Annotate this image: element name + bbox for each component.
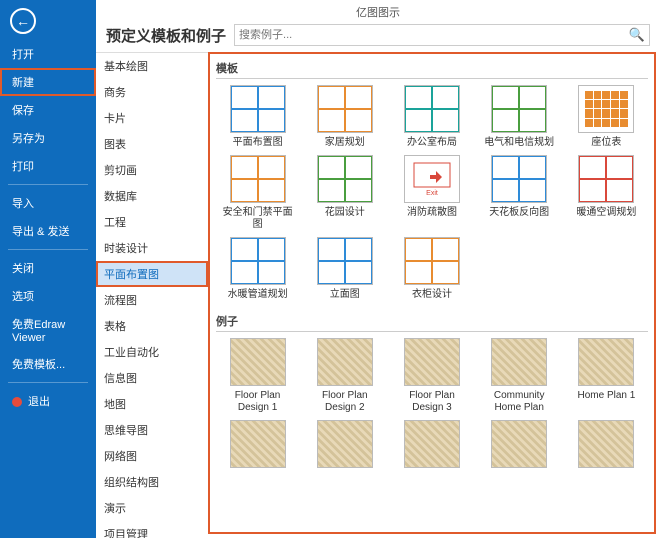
exit-icon [12,397,22,407]
main-area: 亿图图示 预定义模板和例子 🔍 基本绘图商务卡片图表剪切画数据库工程时装设计平面… [96,0,660,538]
category-item[interactable]: 工业自动化 [96,339,208,365]
template-label: 水暖管道规划 [228,289,288,301]
example-tile[interactable]: Home Plan 1 [565,338,648,414]
category-item[interactable]: 地图 [96,391,208,417]
template-label: 立面图 [330,289,360,301]
category-list: 基本绘图商务卡片图表剪切画数据库工程时装设计平面布置图流程图表格工业自动化信息图… [96,52,208,538]
nav-选项[interactable]: 选项 [0,282,96,310]
template-tile[interactable]: 衣柜设计 [390,237,473,301]
category-item[interactable]: 网络图 [96,443,208,469]
nav-新建[interactable]: 新建 [0,68,96,96]
example-tile[interactable] [478,420,561,472]
template-label: 电气和电信规划 [484,137,554,149]
category-item[interactable]: 工程 [96,209,208,235]
template-tile[interactable]: 立面图 [303,237,386,301]
category-item[interactable]: 数据库 [96,183,208,209]
back-button[interactable]: ← [10,8,36,34]
search-icon[interactable]: 🔍 [629,27,645,43]
template-tile[interactable]: 天花板反向图 [478,155,561,231]
category-item[interactable]: 平面布置图 [96,261,208,287]
category-item[interactable]: 思维导图 [96,417,208,443]
template-tile[interactable]: 座位表 [565,85,648,149]
page-title: 预定义模板和例子 [106,25,226,46]
gallery-panel: 模板 平面布置图 家居规划 办公室布局 电气和电信规划 座位表安全和门禁平面图 花园设计 E… [208,52,656,534]
template-tile[interactable]: 水暖管道规划 [216,237,299,301]
nav-保存[interactable]: 保存 [0,96,96,124]
category-item[interactable]: 组织结构图 [96,469,208,495]
template-label: 平面布置图 [233,137,283,149]
arrow-left-icon: ← [16,13,30,29]
example-label: Floor Plan Design 2 [307,390,383,414]
template-label: 办公室布局 [407,137,457,149]
template-tile[interactable]: 花园设计 [303,155,386,231]
example-tile[interactable]: Floor Plan Design 1 [216,338,299,414]
nav-免费Edraw Viewer[interactable]: 免费Edraw Viewer [0,310,96,350]
search-box[interactable]: 🔍 [234,24,650,46]
template-tile[interactable]: Exit 消防疏散图 [390,155,473,231]
category-item[interactable]: 剪切画 [96,157,208,183]
section-templates: 模板 [216,58,648,79]
template-label: 衣柜设计 [412,289,452,301]
example-tile[interactable] [390,420,473,472]
category-item[interactable]: 信息图 [96,365,208,391]
category-item[interactable]: 表格 [96,313,208,339]
nav-导出 & 发送[interactable]: 导出 & 发送 [0,217,96,245]
nav-关闭[interactable]: 关闭 [0,254,96,282]
example-label: Floor Plan Design 3 [394,390,470,414]
search-input[interactable] [239,29,629,41]
category-item[interactable]: 演示 [96,495,208,521]
nav-另存为[interactable]: 另存为 [0,124,96,152]
sidebar: ← 打开新建保存另存为打印导入导出 & 发送关闭选项免费Edraw Viewer… [0,0,96,538]
section-examples: 例子 [216,311,648,332]
template-tile[interactable]: 电气和电信规划 [478,85,561,149]
template-tile[interactable]: 暖通空调规划 [565,155,648,231]
example-label: Home Plan 1 [577,390,635,402]
example-tile[interactable] [216,420,299,472]
nav-打开[interactable]: 打开 [0,40,96,68]
category-item[interactable]: 图表 [96,131,208,157]
example-tile[interactable]: Community Home Plan [478,338,561,414]
template-label: 安全和门禁平面图 [220,207,296,231]
template-tile[interactable]: 平面布置图 [216,85,299,149]
template-label: 家居规划 [325,137,365,149]
template-tile[interactable]: 办公室布局 [390,85,473,149]
template-label: 消防疏散图 [407,207,457,219]
example-tile[interactable]: Floor Plan Design 2 [303,338,386,414]
category-item[interactable]: 基本绘图 [96,53,208,79]
template-label: 座位表 [591,137,621,149]
nav-打印[interactable]: 打印 [0,152,96,180]
category-item[interactable]: 项目管理 [96,521,208,538]
category-item[interactable]: 流程图 [96,287,208,313]
svg-text:Exit: Exit [426,190,438,197]
category-item[interactable]: 时装设计 [96,235,208,261]
category-item[interactable]: 卡片 [96,105,208,131]
template-label: 暖通空调规划 [576,207,636,219]
app-title: 亿图图示 [96,0,660,24]
example-label: Community Home Plan [481,390,557,414]
nav-导入[interactable]: 导入 [0,189,96,217]
nav-退出[interactable]: 退出 [0,387,96,415]
nav-免费模板...[interactable]: 免费模板... [0,350,96,378]
template-tile[interactable]: 家居规划 [303,85,386,149]
template-tile[interactable]: 安全和门禁平面图 [216,155,299,231]
example-tile[interactable] [565,420,648,472]
example-tile[interactable] [303,420,386,472]
template-label: 花园设计 [325,207,365,219]
category-item[interactable]: 商务 [96,79,208,105]
template-label: 天花板反向图 [489,207,549,219]
example-tile[interactable]: Floor Plan Design 3 [390,338,473,414]
example-label: Floor Plan Design 1 [220,390,296,414]
